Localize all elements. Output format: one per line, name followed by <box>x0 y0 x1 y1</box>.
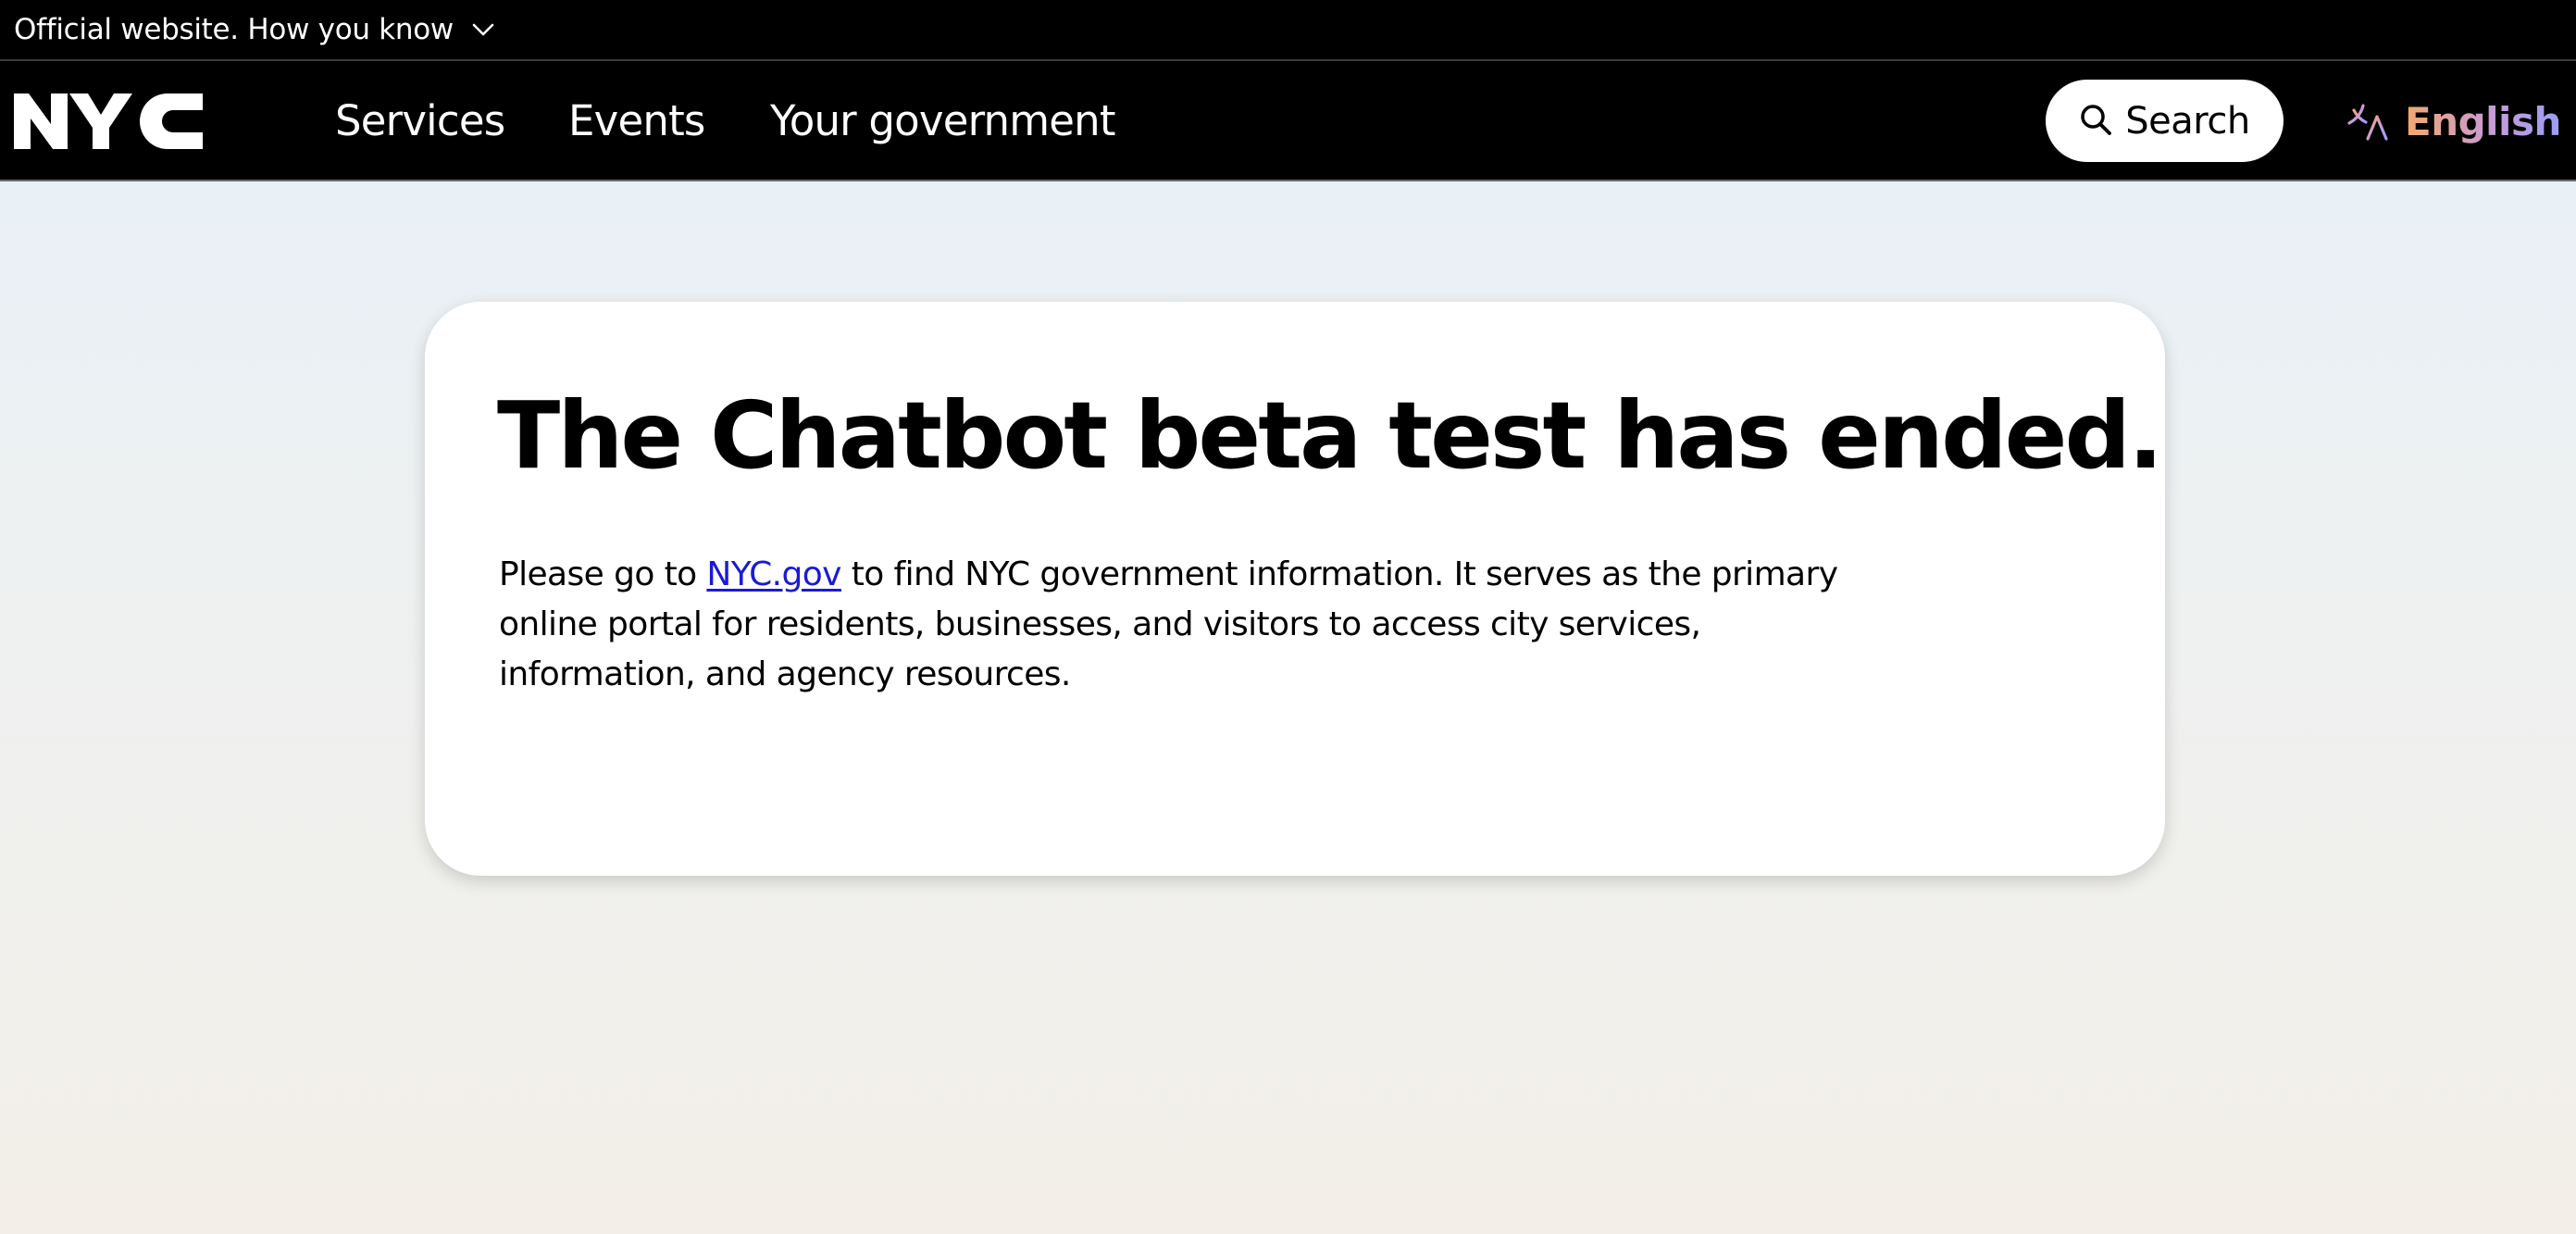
nyc-logo[interactable] <box>14 91 203 152</box>
search-button[interactable]: Search <box>2046 80 2284 162</box>
notice-card: The Chatbot beta test has ended. Please … <box>425 302 2165 876</box>
official-website-toggle[interactable]: Official website. How you know <box>14 13 496 46</box>
language-label: English <box>2405 98 2561 144</box>
search-button-label: Search <box>2125 99 2250 143</box>
nyc-gov-link[interactable]: NYC.gov <box>706 555 841 593</box>
notice-title: The Chatbot beta test has ended. <box>497 381 2163 490</box>
nav-item-services[interactable]: Services <box>335 91 505 152</box>
nav-item-your-government[interactable]: Your government <box>770 91 1116 152</box>
main-navigation: Services Events Your government Search E… <box>0 61 2576 181</box>
official-banner: Official website. How you know <box>0 0 2576 61</box>
chevron-down-icon <box>470 17 496 43</box>
notice-body: Please go to NYC.gov to find NYC governm… <box>499 550 1906 700</box>
language-selector[interactable]: English <box>2346 91 2561 152</box>
official-website-text: Official website. How you know <box>14 13 454 46</box>
notice-body-intro: Please go to <box>499 555 707 593</box>
translate-icon <box>2346 97 2390 145</box>
search-icon <box>2079 103 2112 140</box>
nav-item-events[interactable]: Events <box>568 91 705 152</box>
